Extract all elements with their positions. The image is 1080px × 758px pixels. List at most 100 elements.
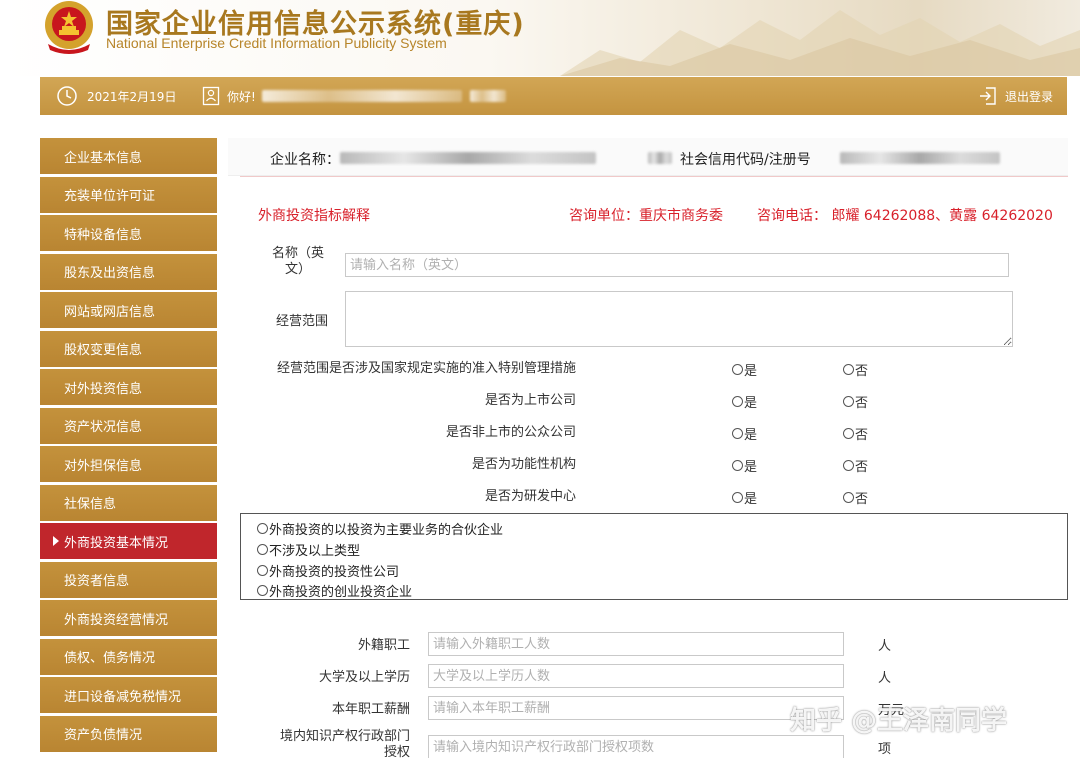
main-content: 企业名称： 社会信用代码/注册号 外商投资指标解释 咨询单位：重庆市商务委 咨询… [228, 138, 1080, 758]
sidebar-item-label: 企业基本信息 [64, 150, 143, 166]
radio-special-measures-yes[interactable]: 是 [732, 360, 757, 379]
radio-unlisted-public-no[interactable]: 否 [843, 424, 868, 443]
radio-label: 是 [744, 428, 758, 443]
site-subtitle: National Enterprise Credit Information P… [106, 35, 447, 51]
sidebar-item-outbound-investment[interactable]: 对外投资信息 [40, 369, 217, 405]
logout-label: 退出登录 [1005, 89, 1054, 104]
business-scope-textarea[interactable] [345, 291, 1013, 347]
salary-input[interactable] [428, 696, 844, 720]
watermark: 知乎 @王泽南同学 [790, 706, 1008, 736]
radio-circle-icon [732, 364, 743, 375]
credit-code-label: 社会信用代码/注册号 [680, 152, 811, 168]
radio-label: 是 [744, 364, 758, 379]
radio-rd-yes[interactable]: 是 [732, 488, 757, 507]
divider [240, 176, 1068, 177]
sidebar-item-label: 股东及出资信息 [64, 266, 156, 281]
question-unlisted-public: 是否非上市的公众公司 [445, 425, 576, 440]
radio-label: 否 [855, 396, 869, 411]
question-listed-company: 是否为上市公司 [484, 393, 576, 408]
sidebar-item-investor-info[interactable]: 投资者信息 [40, 561, 217, 598]
radio-special-measures-no[interactable]: 否 [843, 360, 868, 379]
national-emblem-icon [45, 1, 93, 54]
radio-circle-icon [732, 460, 743, 471]
name-en-label: 名称（英文） [271, 246, 324, 277]
radio-type-none[interactable]: 不涉及以上类型 [257, 540, 360, 559]
radio-circle-icon [843, 492, 854, 503]
radio-functional-no[interactable]: 否 [843, 456, 868, 475]
name-en-input[interactable] [345, 253, 1009, 277]
redacted-username [261, 90, 462, 102]
sidebar-item-social-security[interactable]: 社保信息 [40, 484, 217, 521]
greeting-text: 你好! [227, 89, 256, 104]
question-rd-center: 是否为研发中心 [484, 489, 576, 504]
radio-label: 否 [855, 460, 869, 475]
site-header: 国家企业信用信息公示系统(重庆) National Enterprise Cre… [0, 0, 1080, 76]
sidebar-item-equity-change[interactable]: 股权变更信息 [40, 330, 217, 367]
sidebar-item-balance-sheet[interactable]: 资产负债情况 [40, 715, 217, 752]
sidebar-item-label: 对外投资信息 [64, 381, 143, 397]
radio-circle-icon [257, 565, 268, 576]
question-special-measures: 经营范围是否涉及国家规定实施的准入特别管理措施 [276, 361, 576, 376]
sidebar-item-foreign-investment-operation[interactable]: 外商投资经营情况 [40, 600, 217, 636]
sidebar-item-label: 资产负债情况 [64, 728, 143, 743]
company-info-row: 企业名称： 社会信用代码/注册号 [228, 138, 1068, 176]
sidebar-item-filling-permit[interactable]: 充装单位许可证 [40, 176, 217, 213]
sidebar-item-external-guarantee[interactable]: 对外担保信息 [40, 446, 217, 482]
sidebar-item-label: 投资者信息 [64, 574, 130, 589]
logout-icon [980, 87, 996, 105]
question-functional-org: 是否为功能性机构 [471, 457, 576, 472]
sidebar-item-shareholders[interactable]: 股东及出资信息 [40, 253, 217, 290]
sidebar-item-special-equipment[interactable]: 特种设备信息 [40, 215, 217, 251]
indicator-explanation-link[interactable]: 外商投资指标解释 [258, 205, 370, 225]
foreign-staff-unit: 人 [878, 639, 892, 654]
radio-circle-icon [843, 460, 854, 471]
university-unit: 人 [878, 671, 892, 686]
sidebar-item-import-tax-exemption[interactable]: 进口设备减免税情况 [40, 677, 217, 713]
sidebar-item-debts[interactable]: 债权、债务情况 [40, 638, 217, 675]
sidebar-item-label: 进口设备减免税情况 [64, 689, 182, 705]
consult-phone: 咨询电话： 郎耀 64262088、黄露 64262020 [757, 208, 1053, 224]
sidebar-item-foreign-investment-basic[interactable]: 外商投资基本情况 [40, 523, 217, 559]
sidebar-item-label: 外商投资基本情况 [64, 535, 169, 551]
radio-listed-no[interactable]: 否 [843, 392, 868, 411]
radio-circle-icon [732, 396, 743, 407]
ip-auth-unit: 项 [878, 742, 892, 757]
radio-circle-icon [843, 396, 854, 407]
radio-functional-yes[interactable]: 是 [732, 456, 757, 475]
radio-type-partnership[interactable]: 外商投资的以投资为主要业务的合伙企业 [257, 519, 503, 538]
radio-type-venture-capital[interactable]: 外商投资的创业投资企业 [257, 581, 412, 600]
user-toolbar: 2021年2月19日 你好! 退出登录 [40, 77, 1067, 115]
sidebar-item-label: 对外担保信息 [64, 458, 143, 474]
sidebar-item-website-shop[interactable]: 网站或网店信息 [40, 292, 217, 328]
radio-label: 不涉及以上类型 [269, 544, 361, 559]
radio-circle-icon [257, 523, 268, 534]
redacted-credit-code [840, 152, 1000, 164]
radio-rd-no[interactable]: 否 [843, 488, 868, 507]
university-label: 大学及以上学历 [318, 670, 410, 685]
sidebar-item-label: 充装单位许可证 [64, 189, 156, 204]
sidebar-item-asset-status[interactable]: 资产状况信息 [40, 407, 217, 444]
sidebar-item-enterprise-basic-info[interactable]: 企业基本信息 [40, 138, 217, 174]
radio-type-investment-company[interactable]: 外商投资的投资性公司 [257, 561, 399, 580]
radio-label: 否 [855, 364, 869, 379]
ip-auth-label: 境内知识产权行政部门授权 [279, 729, 410, 758]
radio-label: 外商投资的创业投资企业 [269, 585, 413, 600]
radio-label: 否 [855, 428, 869, 443]
business-scope-label: 经营范围 [275, 314, 328, 329]
active-arrow-icon [53, 536, 59, 546]
radio-circle-icon [843, 364, 854, 375]
sidebar-item-label: 外商投资经营情况 [64, 612, 169, 628]
current-date: 2021年2月19日 [87, 89, 177, 104]
logout-button[interactable]: 退出登录 [978, 77, 1053, 115]
user-card-icon [202, 86, 220, 106]
foreign-staff-input[interactable] [428, 632, 844, 656]
sidebar-item-label: 股权变更信息 [64, 343, 143, 358]
radio-unlisted-public-yes[interactable]: 是 [732, 424, 757, 443]
radio-listed-yes[interactable]: 是 [732, 392, 757, 411]
radio-circle-icon [843, 428, 854, 439]
university-input[interactable] [428, 664, 844, 688]
radio-label: 外商投资的以投资为主要业务的合伙企业 [269, 523, 504, 538]
ip-auth-input[interactable] [428, 735, 844, 758]
user-greeting: 你好! [202, 77, 506, 115]
radio-circle-icon [257, 585, 268, 596]
